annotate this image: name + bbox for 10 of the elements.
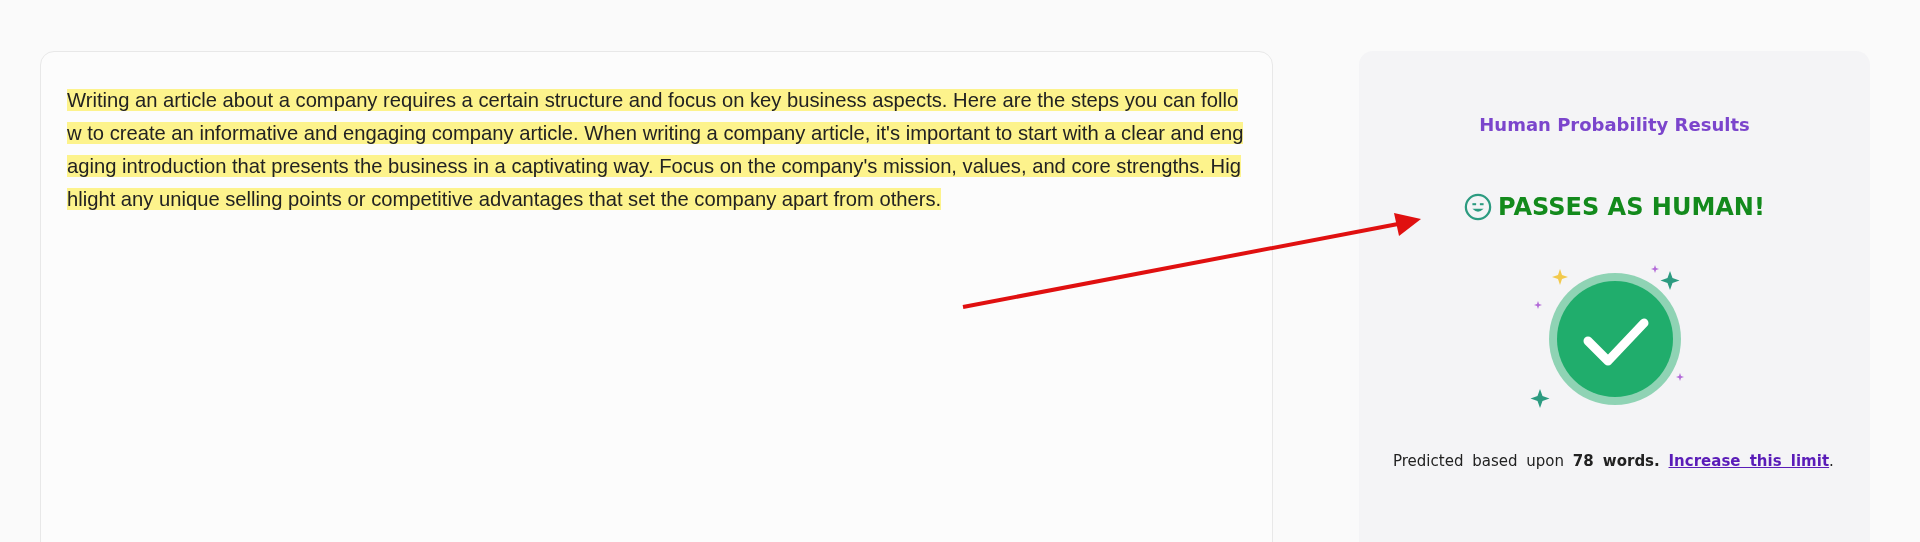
editor-panel[interactable] [40,51,1273,542]
highlighted-text: aging introduction that presents the business in a captivating way. Focus on the company's mission, values, and core strengths. Hig [67,155,1241,177]
smiley-icon [1464,193,1493,221]
highlighted-text: Writing an article about a company requires a certain structure and focus on key business aspects. Here are the steps you can follo [67,89,1239,111]
verdict-text: PASSES AS HUMAN! [1498,193,1765,221]
period-text: . [1829,452,1834,470]
highlighted-text: hlight any unique selling points or competitive advantages that set the company apart from others. [67,188,942,210]
summary-text: Predicted based upon 78 words. [1393,452,1660,470]
results-title: Human Probability Results [1479,114,1750,135]
highlighted-text: w to create an informative and engaging company article. When writing a company article, it's important to start with a clear and eng [67,122,1244,144]
